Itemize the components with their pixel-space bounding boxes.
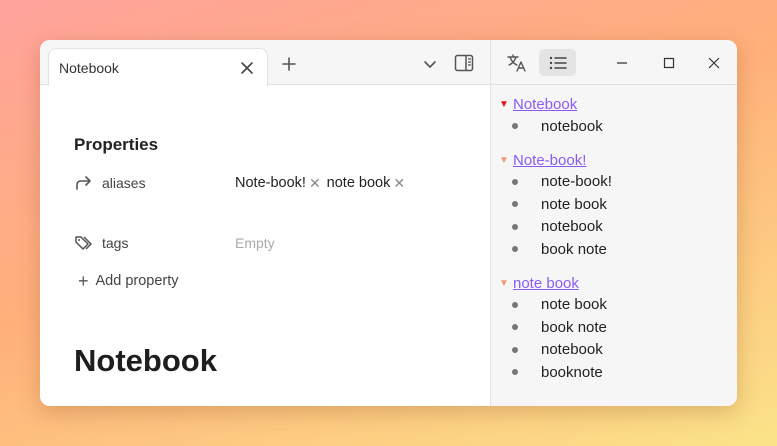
- list-item[interactable]: booknote: [499, 361, 731, 384]
- bullet-icon: [512, 246, 518, 253]
- translate-icon[interactable]: [503, 50, 531, 76]
- list-item-text: note book: [541, 296, 607, 314]
- list-item-text: note book: [541, 195, 607, 213]
- collapse-triangle-icon[interactable]: ▼: [499, 99, 509, 110]
- outline-group-header[interactable]: ▼ Notebook: [499, 94, 731, 115]
- bullet-icon: [512, 201, 518, 208]
- forward-arrow-icon: [74, 173, 94, 193]
- remove-alias-icon[interactable]: ✕: [393, 175, 405, 192]
- close-tab-icon[interactable]: [237, 58, 257, 78]
- collapse-triangle-icon[interactable]: ▼: [499, 155, 509, 166]
- bullet-icon: [512, 369, 518, 376]
- outline-group-link[interactable]: Notebook: [513, 96, 577, 113]
- alias-pill-text: note book: [326, 175, 391, 191]
- list-item[interactable]: notebook: [499, 115, 731, 138]
- list-item-text: booknote: [541, 363, 603, 381]
- tab-title: Notebook: [59, 59, 119, 76]
- tags-icon: [74, 233, 94, 253]
- list-item-text: note-book!: [541, 173, 612, 191]
- add-property-label: Add property: [95, 273, 179, 289]
- bullet-icon: [512, 346, 518, 353]
- property-name-aliases[interactable]: aliases: [102, 175, 146, 191]
- chevron-down-icon[interactable]: [420, 54, 440, 74]
- editor-pane: Notebook Properties aliases Note-book! ✕…: [40, 40, 490, 406]
- properties-heading: Properties: [74, 135, 159, 154]
- list-item-text: book note: [541, 240, 607, 258]
- app-window: Notebook Properties aliases Note-book! ✕…: [40, 40, 737, 406]
- tab-notebook[interactable]: Notebook: [48, 48, 268, 86]
- minimize-icon[interactable]: [611, 52, 633, 74]
- outline-tree: ▼ Notebook notebook ▼ Note-book! note-bo…: [499, 94, 731, 396]
- property-tags: tags Empty: [74, 231, 474, 255]
- bullet-icon: [512, 123, 518, 130]
- alias-pill[interactable]: Note-book! ✕: [235, 175, 321, 192]
- note-title[interactable]: Notebook: [74, 343, 217, 379]
- list-item[interactable]: book note: [499, 238, 731, 261]
- remove-alias-icon[interactable]: ✕: [309, 175, 321, 192]
- list-item[interactable]: note-book!: [499, 171, 731, 194]
- property-aliases: aliases Note-book! ✕ note book ✕: [74, 171, 474, 195]
- outline-group-header[interactable]: ▼ Note-book!: [499, 150, 731, 171]
- bullet-icon: [512, 223, 518, 230]
- list-item[interactable]: notebook: [499, 339, 731, 362]
- tab-bar: Notebook: [40, 40, 490, 86]
- list-item[interactable]: note book: [499, 193, 731, 216]
- list-item[interactable]: notebook: [499, 216, 731, 239]
- close-window-icon[interactable]: [703, 52, 725, 74]
- list-item-text: notebook: [541, 218, 603, 236]
- list-item[interactable]: book note: [499, 316, 731, 339]
- sidebar-toggle-icon[interactable]: [453, 52, 475, 74]
- outline-group: ▼ note book note book book note notebook…: [499, 273, 731, 384]
- outline-group-link[interactable]: Note-book!: [513, 152, 586, 169]
- add-property-button[interactable]: + Add property: [78, 272, 179, 290]
- collapse-triangle-icon[interactable]: ▼: [499, 278, 509, 289]
- plus-icon: +: [78, 271, 89, 291]
- list-item-text: notebook: [541, 117, 603, 135]
- list-item[interactable]: note book: [499, 294, 731, 317]
- alias-pill[interactable]: note book ✕: [327, 175, 405, 192]
- outline-pane: ▼ Notebook notebook ▼ Note-book! note-bo…: [490, 40, 737, 406]
- tags-empty-value[interactable]: Empty: [235, 235, 275, 251]
- bullet-icon: [512, 301, 518, 308]
- bullet-icon: [512, 178, 518, 185]
- list-icon[interactable]: [539, 49, 576, 76]
- alias-pill-text: Note-book!: [235, 175, 306, 191]
- property-name-tags[interactable]: tags: [102, 235, 128, 251]
- outline-group-link[interactable]: note book: [513, 275, 579, 292]
- maximize-icon[interactable]: [658, 52, 680, 74]
- outline-group-header[interactable]: ▼ note book: [499, 273, 731, 294]
- new-tab-icon[interactable]: [278, 53, 300, 75]
- outline-group: ▼ Notebook notebook: [499, 94, 731, 138]
- list-item-text: book note: [541, 318, 607, 336]
- aliases-value-list[interactable]: Note-book! ✕ note book ✕: [235, 175, 411, 192]
- list-item-text: notebook: [541, 341, 603, 359]
- outline-toolbar: [491, 40, 737, 85]
- bullet-icon: [512, 324, 518, 331]
- outline-group: ▼ Note-book! note-book! note book notebo…: [499, 150, 731, 261]
